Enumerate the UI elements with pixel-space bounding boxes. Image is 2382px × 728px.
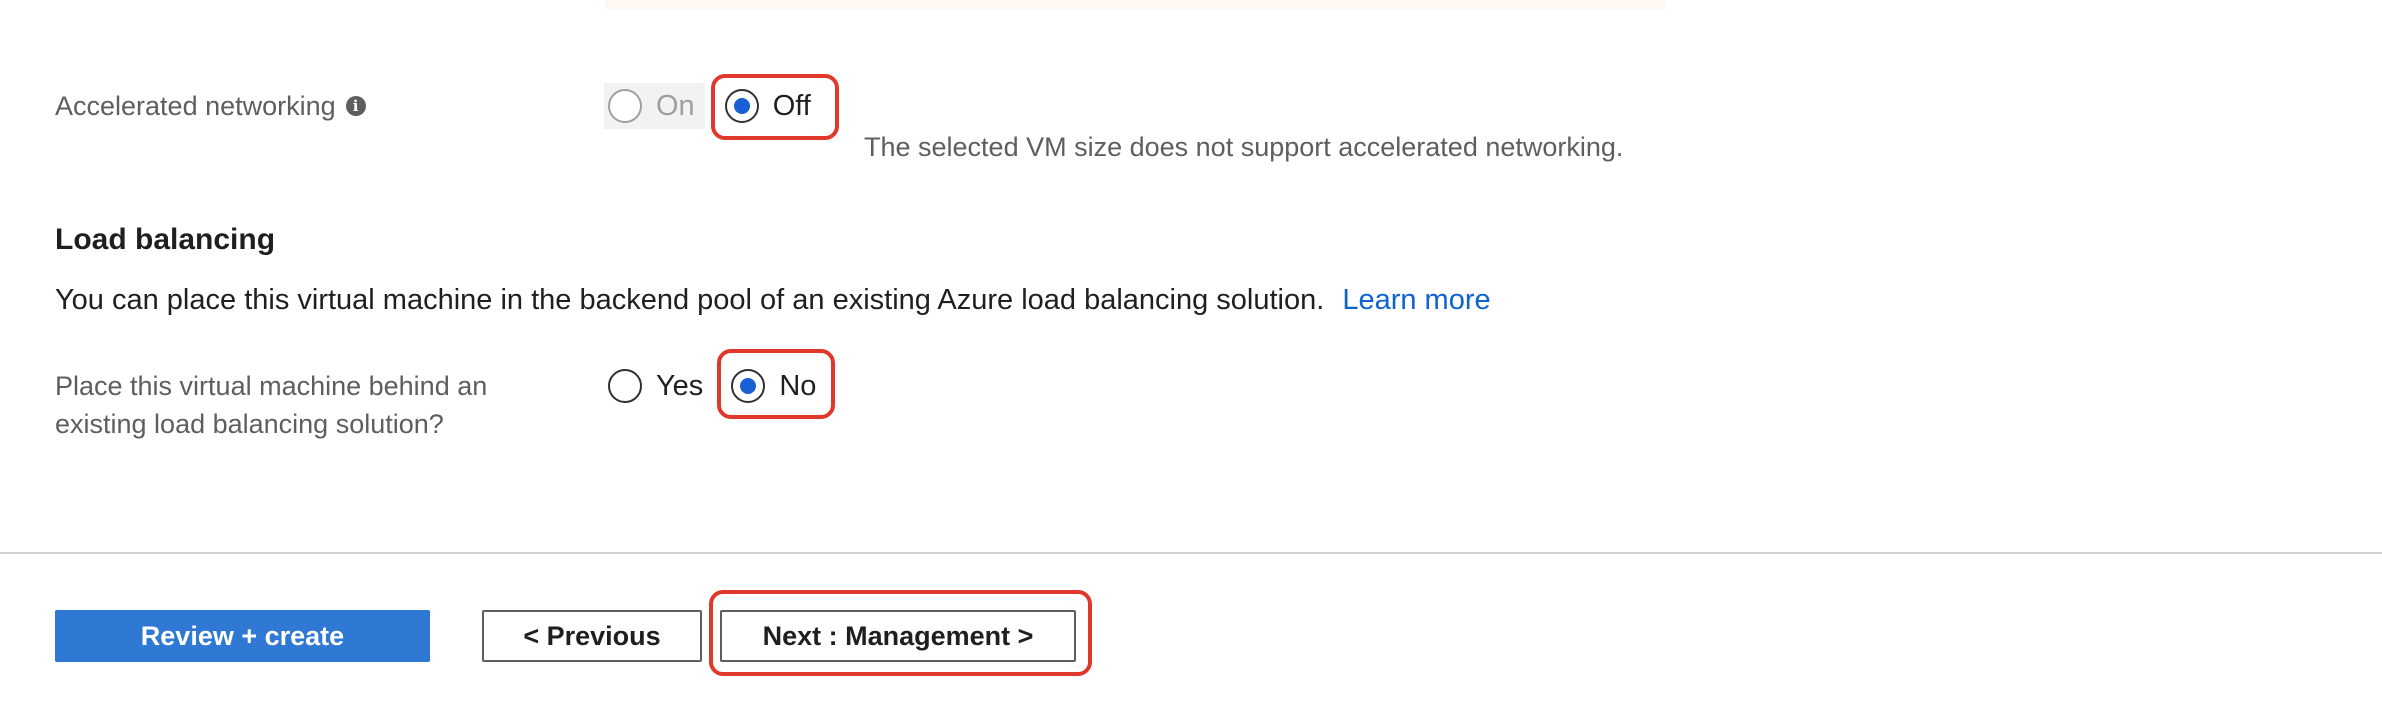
accelerated-networking-off-label: Off (772, 89, 811, 122)
next-management-button[interactable]: Next : Management > (720, 610, 1076, 662)
accelerated-networking-note: The selected VM size does not support ac… (864, 132, 1624, 162)
vm-networking-page: Accelerated networking i On Off The selec… (0, 0, 2382, 728)
previous-button[interactable]: < Previous (482, 610, 702, 662)
radio-circle-yes[interactable] (608, 369, 642, 403)
warning-banner-edge (605, 0, 1665, 9)
info-icon[interactable]: i (345, 95, 366, 116)
load-balancing-question-line2: existing load balancing solution? (55, 409, 444, 439)
review-create-button[interactable]: Review + create (55, 610, 430, 662)
radio-circle-off[interactable] (724, 89, 759, 123)
accelerated-networking-off-option[interactable]: Off (724, 89, 811, 123)
load-balancing-description: You can place this virtual machine in th… (55, 284, 1491, 317)
learn-more-link[interactable]: Learn more (1342, 284, 1490, 316)
load-balancing-question-line1: Place this virtual machine behind an (55, 371, 488, 401)
radio-circle-no[interactable] (731, 369, 766, 403)
load-balancing-radio-group: Yes No (608, 369, 816, 403)
footer-divider (0, 552, 2382, 554)
load-balancing-no-option[interactable]: No (731, 369, 816, 403)
accelerated-networking-label: Accelerated networking i (55, 87, 366, 125)
accelerated-networking-radio-group: On Off (604, 83, 811, 129)
accelerated-networking-label-text: Accelerated networking (55, 91, 336, 121)
load-balancing-description-text: You can place this virtual machine in th… (55, 284, 1325, 316)
load-balancing-yes-option[interactable]: Yes (608, 369, 703, 403)
accelerated-networking-on-label: On (656, 89, 695, 122)
load-balancing-yes-label: Yes (656, 369, 704, 402)
load-balancing-no-label: No (779, 369, 817, 402)
load-balancing-heading: Load balancing (55, 223, 276, 256)
load-balancing-question: Place this virtual machine behind an exi… (55, 367, 487, 443)
accelerated-networking-on-option: On (604, 83, 705, 129)
radio-circle-on (608, 89, 642, 123)
